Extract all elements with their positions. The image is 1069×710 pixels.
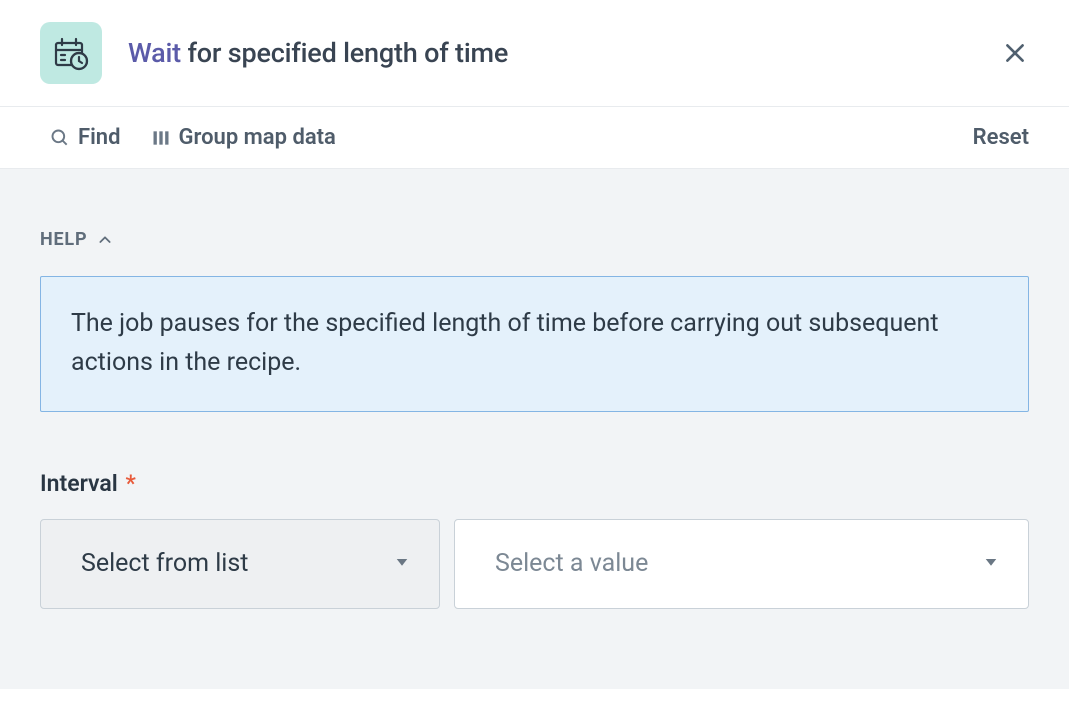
caret-down-icon [982,549,1000,578]
help-box: The job pauses for the specified length … [40,276,1029,412]
interval-label: Interval * [40,470,1029,497]
interval-mode-select[interactable]: Select from list [40,519,440,609]
help-heading: HELP [40,229,87,250]
close-button[interactable] [995,33,1035,73]
page-title: Wait for specified length of time [128,37,508,69]
find-label: Find [78,125,121,150]
interval-field-row: Select from list Select a value [40,519,1029,609]
group-map-icon [151,128,171,148]
interval-label-text: Interval [40,470,118,497]
reset-button[interactable]: Reset [973,125,1029,150]
search-icon [50,128,70,148]
interval-mode-placeholder: Select from list [81,549,248,578]
caret-down-icon [393,549,411,578]
close-icon [1002,40,1028,66]
chevron-up-icon [97,232,113,248]
wait-app-icon [40,22,102,84]
help-text: The job pauses for the specified length … [71,309,939,377]
find-button[interactable]: Find [50,125,121,150]
title-highlight: Wait [128,37,181,69]
help-toggle[interactable]: HELP [40,229,1029,250]
interval-value-placeholder: Select a value [495,549,648,578]
title-rest: for specified length of time [181,37,508,69]
required-mark: * [125,470,135,497]
header-bar: Wait for specified length of time [0,0,1069,107]
body-area: HELP The job pauses for the specified le… [0,169,1069,689]
reset-label: Reset [973,125,1029,150]
group-map-label: Group map data [179,125,336,150]
interval-value-select[interactable]: Select a value [454,519,1029,609]
toolbar: Find Group map data Reset [0,107,1069,169]
group-map-button[interactable]: Group map data [151,125,336,150]
